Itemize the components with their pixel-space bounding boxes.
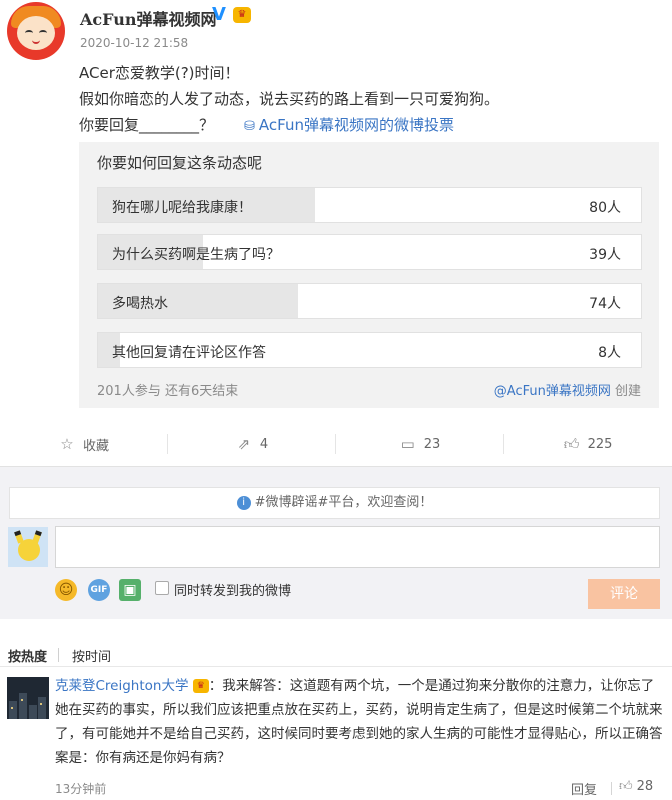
- gif-icon[interactable]: GIF: [88, 579, 110, 601]
- vip-badge-icon: ♛: [192, 679, 209, 693]
- repost-checkbox-label[interactable]: 同时转发到我的微博: [174, 580, 291, 599]
- repost-button[interactable]: ⇗ 4: [168, 422, 336, 466]
- comment-button[interactable]: ▭ 23: [336, 422, 504, 466]
- notice-text: 平台，欢迎查阅！: [328, 495, 433, 510]
- favorite-label: 收藏: [82, 438, 109, 454]
- poll-option[interactable]: 其他回复请在评论区作答 8人: [97, 332, 642, 368]
- comment-time: 13分钟前: [55, 782, 107, 796]
- post-timestamp[interactable]: 2020-10-12 21:58: [80, 36, 188, 50]
- poll-option[interactable]: 多喝热水 74人: [97, 283, 642, 319]
- comment-sort-tabs: 按热度 按时间: [0, 638, 672, 666]
- emoji-icon[interactable]: ☺: [55, 579, 77, 601]
- star-icon: ☆: [60, 435, 74, 453]
- info-icon: i: [236, 495, 251, 510]
- repost-count: 4: [259, 436, 269, 452]
- favorite-button[interactable]: ☆ 收藏: [0, 422, 168, 466]
- image-icon[interactable]: ▣: [119, 579, 141, 601]
- poll-option-label: 多喝热水: [112, 296, 168, 312]
- comment-body: 克莱登Creighton大学 ♛ ：我来解答：这道题有两个坑，一个是通过狗来分散你…: [55, 674, 667, 770]
- post-line-1: ACer恋爱教学(?)时间！: [79, 64, 240, 82]
- poll-option-count: 8人: [598, 345, 621, 361]
- thumbs-up-icon: 👍︎: [563, 435, 580, 453]
- share-icon: ⇗: [237, 435, 251, 453]
- rumor-notice-banner[interactable]: i #微博辟谣#平台，欢迎查阅！: [9, 487, 660, 519]
- poll-creator-suffix: 创建: [610, 384, 641, 399]
- action-bar: ☆ 收藏 ⇗ 4 ▭ 23 👍︎ 225: [0, 422, 672, 466]
- current-user-avatar: [8, 527, 48, 567]
- commenter-name[interactable]: 克莱登Creighton大学: [55, 678, 188, 694]
- like-count: 225: [587, 436, 613, 452]
- commenter-avatar[interactable]: [7, 677, 49, 719]
- vip-badge-icon: ♛: [233, 7, 251, 23]
- comment-input[interactable]: [55, 526, 660, 568]
- comment-count: 23: [423, 436, 441, 452]
- poll-link-icon: ⛁: [244, 119, 255, 134]
- thumbs-up-icon: 👍︎: [619, 779, 633, 794]
- verified-icon: V: [212, 4, 226, 25]
- comment-like-count: 28: [636, 779, 654, 794]
- poll-option-label: 为什么买药啊是生病了吗？: [112, 247, 280, 263]
- reply-button[interactable]: 回复: [571, 779, 597, 798]
- author-name[interactable]: AcFun弹幕视频网: [80, 6, 217, 30]
- like-button[interactable]: 👍︎ 225: [504, 422, 672, 466]
- poll-option-label: 其他回复请在评论区作答: [112, 345, 266, 361]
- poll-card: 你要如何回复这条动态呢 狗在哪儿呢给我康康！ 80人 为什么买药啊是生病了吗？ …: [79, 142, 659, 408]
- sort-by-time-tab[interactable]: 按时间: [72, 646, 111, 665]
- poll-creator-link[interactable]: @AcFun弹幕视频网: [494, 384, 611, 399]
- author-avatar[interactable]: [7, 2, 65, 60]
- repost-checkbox[interactable]: [155, 581, 169, 595]
- poll-option[interactable]: 狗在哪儿呢给我康康！ 80人: [97, 187, 642, 223]
- notice-topic[interactable]: #微博辟谣#: [255, 495, 329, 510]
- poll-option-count: 80人: [589, 200, 621, 216]
- poll-question: 你要如何回复这条动态呢: [97, 154, 263, 172]
- poll-link-label: AcFun弹幕视频网的微博投票: [258, 116, 454, 134]
- poll-option[interactable]: 为什么买药啊是生病了吗？ 39人: [97, 234, 642, 270]
- comment-like-button[interactable]: 👍︎ 28: [619, 779, 653, 794]
- poll-option-count: 74人: [589, 296, 621, 312]
- poll-option-count: 39人: [589, 247, 621, 263]
- sort-by-hot-tab[interactable]: 按热度: [8, 646, 47, 665]
- poll-creator: @AcFun弹幕视频网 创建: [494, 380, 641, 399]
- poll-option-label: 狗在哪儿呢给我康康！: [112, 200, 252, 216]
- poll-stats: 201人参与 还有6天结束: [97, 384, 239, 399]
- post-line-2: 假如你暗恋的人发了动态，说去买药的路上看到一只可爱狗狗。: [79, 90, 500, 108]
- submit-comment-button[interactable]: 评论: [588, 579, 660, 609]
- poll-link[interactable]: ⛁ AcFun弹幕视频网的微博投票: [244, 114, 454, 135]
- comment-icon: ▭: [400, 435, 415, 453]
- post-line-3: 你要回复________？: [79, 116, 215, 134]
- comment-composer: i #微博辟谣#平台，欢迎查阅！ ☺ GIF ▣ 同时转发到我的微博: [0, 466, 672, 619]
